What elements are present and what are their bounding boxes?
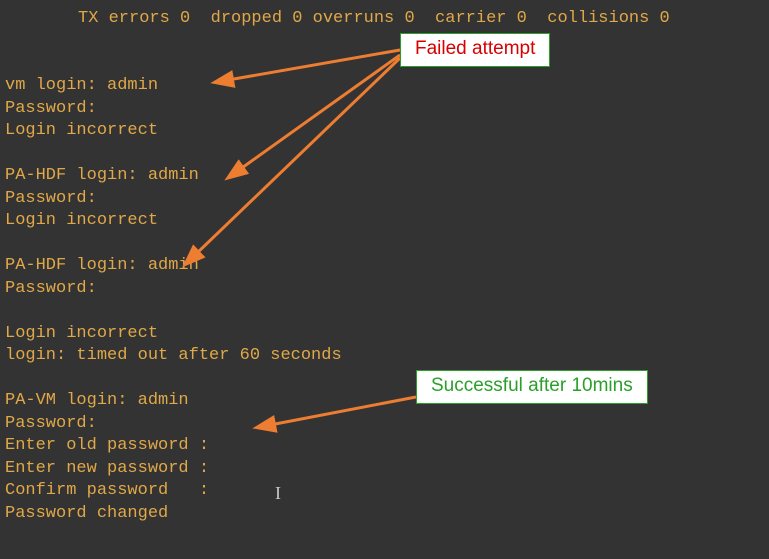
terminal-output: TX errors 0 dropped 0 overruns 0 carrier… [0, 0, 25, 76]
callout-successful: Successful after 10mins [416, 370, 648, 404]
tx-status-line: TX errors 0 dropped 0 overruns 0 carrier… [78, 8, 670, 31]
callout-failed-attempt: Failed attempt [400, 33, 550, 67]
console-lines: vm login: admin Password: Login incorrec… [5, 75, 342, 525]
